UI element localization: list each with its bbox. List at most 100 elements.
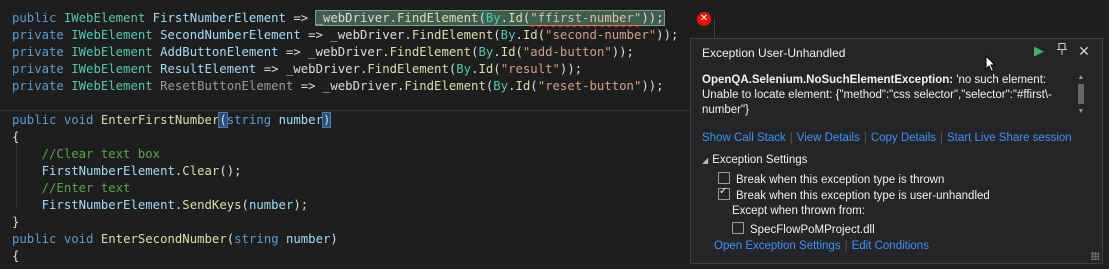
keyword: public bbox=[12, 113, 57, 127]
type-name: By bbox=[456, 62, 472, 76]
keyword: string bbox=[234, 232, 279, 246]
string-literal-error: "ffirst-number" bbox=[530, 11, 642, 25]
scroll-down-icon[interactable]: ▼ bbox=[1076, 108, 1086, 116]
play-icon[interactable]: ▶ bbox=[1030, 42, 1048, 60]
message-scrollbar[interactable]: ▲ ▼ bbox=[1076, 74, 1086, 116]
code-line-10[interactable]: //Enter text bbox=[12, 180, 131, 197]
field-name: _webDriver bbox=[285, 62, 360, 76]
current-statement-highlight[interactable]: _webDriver.FindElement(By.Id("ffirst-num… bbox=[314, 10, 665, 26]
show-call-stack-link[interactable]: Show Call Stack bbox=[702, 132, 786, 144]
punct: )); bbox=[559, 62, 583, 76]
punct: ( bbox=[493, 28, 501, 42]
punct: ( bbox=[226, 232, 235, 246]
code-line-6[interactable]: public void EnterFirstNumber(string numb… bbox=[12, 112, 332, 129]
punct: . bbox=[515, 28, 523, 42]
edit-conditions-link[interactable]: Edit Conditions bbox=[852, 240, 929, 252]
punct: . bbox=[493, 45, 501, 59]
code-line-14[interactable]: { bbox=[12, 248, 19, 265]
method-name: Id bbox=[522, 28, 538, 42]
module-label: SpecFlowPoMProject.dll bbox=[750, 224, 875, 236]
punct: ( bbox=[493, 62, 501, 76]
punct: ( bbox=[478, 11, 486, 25]
method-name: EnterFirstNumber bbox=[100, 113, 220, 127]
break-thrown-option[interactable]: Break when this exception type is thrown bbox=[718, 172, 944, 186]
method-name: Id bbox=[500, 45, 516, 59]
code-line-7[interactable]: { bbox=[12, 129, 19, 146]
operator: => bbox=[256, 62, 286, 76]
code-line-8[interactable]: //Clear text box bbox=[12, 146, 160, 163]
property-name: ResetButtonElement bbox=[160, 79, 294, 93]
error-icon[interactable]: ✕ bbox=[697, 12, 711, 26]
punct: . bbox=[389, 11, 398, 25]
brace-match: ) bbox=[321, 112, 332, 128]
method-name: FindElement bbox=[404, 79, 486, 93]
break-unhandled-checkbox[interactable] bbox=[718, 186, 730, 200]
code-line-5[interactable]: private IWebElement ResetButtonElement =… bbox=[12, 78, 664, 95]
method-name: FindElement bbox=[367, 62, 449, 76]
break-thrown-checkbox[interactable] bbox=[718, 172, 730, 184]
except-when-label: Except when thrown from: bbox=[732, 205, 865, 217]
type-name: IWebElement bbox=[71, 28, 153, 42]
type-name: By bbox=[485, 11, 501, 25]
field-name: _webDriver bbox=[308, 45, 383, 59]
code-line-9[interactable]: FirstNumberElement.Clear(); bbox=[12, 163, 242, 180]
type-name: By bbox=[478, 45, 494, 59]
property-name: AddButtonElement bbox=[160, 45, 279, 59]
live-share-link[interactable]: Start Live Share session bbox=[947, 132, 1072, 144]
punct: . bbox=[500, 11, 509, 25]
method-name: Id bbox=[515, 79, 531, 93]
property-name: FirstNumberElement bbox=[152, 11, 286, 25]
operator: => bbox=[300, 28, 331, 42]
keyword: string bbox=[226, 113, 272, 127]
scroll-up-icon[interactable]: ▲ bbox=[1076, 74, 1086, 82]
break-unhandled-label: Break when this exception type is user-u… bbox=[736, 190, 990, 202]
type-name: IWebElement bbox=[71, 62, 153, 76]
divider: | bbox=[940, 132, 944, 144]
code-line-12[interactable]: } bbox=[12, 214, 19, 231]
code-line-4[interactable]: private IWebElement ResultElement => _we… bbox=[12, 61, 582, 78]
break-unhandled-option[interactable]: Break when this exception type is user-u… bbox=[718, 186, 990, 202]
type-name: By bbox=[500, 28, 516, 42]
exception-helper-popup[interactable]: Exception User-Unhandled ▶ ✕ OpenQA.Sele… bbox=[690, 38, 1103, 264]
punct: ( bbox=[515, 45, 523, 59]
code-line-2[interactable]: private IWebElement SecondNumberElement … bbox=[12, 27, 678, 44]
close-brace: } bbox=[12, 215, 20, 229]
keyword: private bbox=[12, 45, 64, 59]
scroll-thumb[interactable] bbox=[1078, 84, 1084, 104]
punct: ( bbox=[241, 198, 249, 212]
type-name: IWebElement bbox=[71, 79, 153, 93]
code-line-13[interactable]: public void EnterSecondNumber(string num… bbox=[12, 231, 338, 248]
keyword: void bbox=[63, 232, 94, 246]
close-icon[interactable]: ✕ bbox=[1075, 42, 1093, 60]
view-details-link[interactable]: View Details bbox=[797, 132, 860, 144]
method-name: FindElement bbox=[411, 28, 494, 42]
exception-settings-header[interactable]: ◢ Exception Settings bbox=[702, 154, 807, 166]
property-name: FirstNumberElement bbox=[41, 164, 175, 178]
punct: )); bbox=[641, 11, 664, 25]
keyword: public bbox=[12, 232, 57, 246]
string-literal: "reset-button" bbox=[537, 79, 642, 93]
open-brace: { bbox=[12, 130, 20, 144]
open-brace: { bbox=[12, 249, 20, 263]
method-name: Id bbox=[508, 11, 523, 25]
divider: | bbox=[844, 240, 848, 252]
code-line-3[interactable]: private IWebElement AddButtonElement => … bbox=[12, 44, 634, 61]
operator: => bbox=[278, 45, 309, 59]
parameter-name: number bbox=[278, 113, 323, 127]
copy-details-link[interactable]: Copy Details bbox=[871, 132, 936, 144]
string-literal: "result" bbox=[500, 62, 560, 76]
module-checkbox[interactable] bbox=[732, 222, 744, 234]
code-line-1[interactable]: public IWebElement FirstNumberElement =>… bbox=[12, 10, 665, 27]
resize-grip[interactable] bbox=[1091, 252, 1099, 260]
open-exception-settings-link[interactable]: Open Exception Settings bbox=[714, 240, 841, 252]
collapse-triangle-icon[interactable]: ◢ bbox=[702, 156, 708, 165]
punct: ) bbox=[330, 232, 338, 246]
code-line-11[interactable]: FirstNumberElement.SendKeys(number); bbox=[12, 197, 309, 214]
method-name: Clear bbox=[182, 164, 220, 178]
module-option[interactable]: SpecFlowPoMProject.dll bbox=[732, 222, 875, 236]
keyword: public bbox=[12, 11, 57, 25]
comment: //Enter text bbox=[41, 181, 131, 195]
punct: ); bbox=[293, 198, 309, 212]
settings-links: Open Exception Settings | Edit Conditions bbox=[714, 240, 929, 252]
pin-icon[interactable] bbox=[1053, 42, 1071, 60]
